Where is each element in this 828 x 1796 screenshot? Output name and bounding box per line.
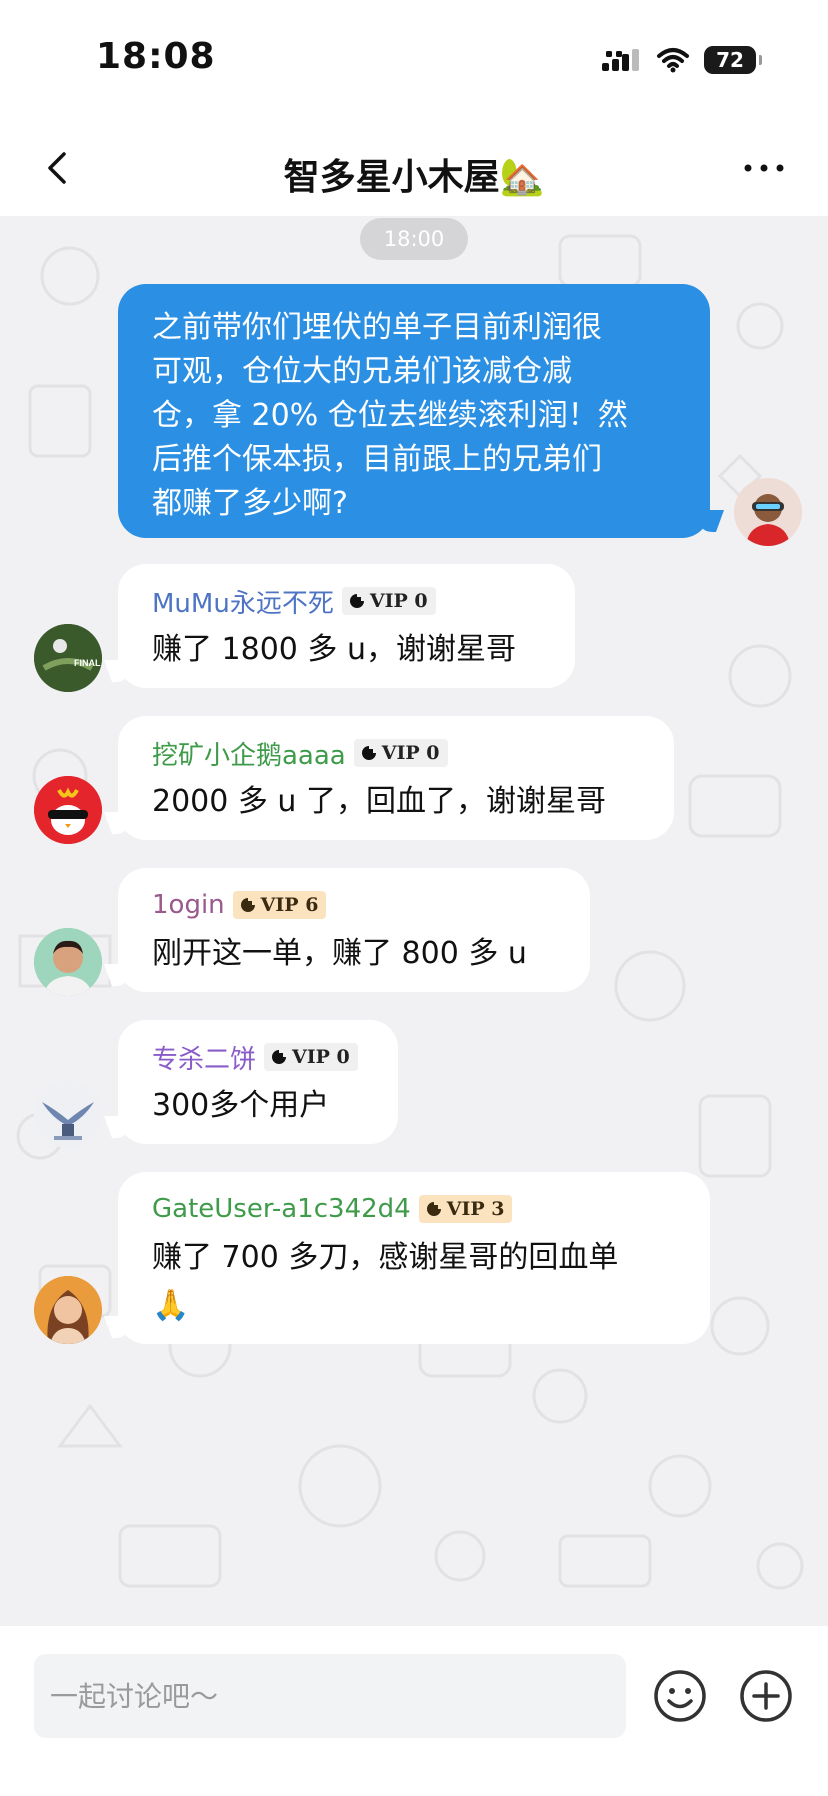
more-dots-icon[interactable] — [740, 150, 788, 186]
woman-avatar-icon — [34, 1276, 102, 1344]
sender-row: MuMu永远不死 VIP 0 — [152, 582, 541, 620]
vip-level: VIP 3 — [446, 1198, 505, 1220]
vip-badge: VIP 6 — [232, 891, 327, 919]
sender-row: 挖矿小企鹅aaaa VIP 0 — [152, 734, 640, 772]
vip-mark-icon — [272, 1050, 287, 1064]
vip-level: VIP 6 — [260, 894, 319, 916]
incoming-message-bubble[interactable]: 1ogin VIP 6 刚开这一单，赚了 800 多 u — [118, 868, 590, 992]
vip-level: VIP 0 — [292, 1046, 350, 1068]
status-bar: 18:08 72 — [0, 0, 828, 120]
sender-avatar[interactable]: FINAL — [34, 624, 102, 692]
vip-level: VIP 0 — [381, 742, 440, 764]
message-input[interactable] — [34, 1654, 626, 1738]
message-timestamp: 18:00 — [360, 218, 468, 260]
sender-avatar[interactable] — [34, 928, 102, 996]
input-bar — [0, 1626, 828, 1796]
vip-mark-icon — [426, 1202, 441, 1216]
sender-row: GateUser-a1c342d4 VIP 3 — [152, 1190, 676, 1228]
message-text: 赚了 700 多刀，感谢星哥的回血单 — [152, 1240, 619, 1275]
vip-badge: VIP 0 — [264, 1043, 358, 1071]
incoming-message-bubble[interactable]: GateUser-a1c342d4 VIP 3 赚了 700 多刀，感谢星哥的回… — [118, 1172, 710, 1344]
message-text: 2000 多 u 了，回血了，谢谢星哥 — [152, 784, 606, 819]
outgoing-line: 之前带你们埋伏的单子目前利润很 — [152, 310, 602, 345]
outgoing-line: 仓，拿 20% 仓位去继续滚利润！然 — [152, 398, 628, 433]
message-emoji: 🙏 — [152, 1288, 190, 1323]
signal-icon — [602, 49, 639, 71]
vip-mark-icon — [349, 594, 364, 608]
sender-name[interactable]: GateUser-a1c342d4 — [152, 1194, 411, 1224]
sender-row: 专杀二饼 VIP 0 — [152, 1038, 364, 1076]
self-avatar[interactable] — [734, 478, 802, 546]
sender-name[interactable]: 1ogin — [152, 890, 225, 920]
nav-bar: 智多星小木屋🏡 — [0, 120, 828, 216]
vip-mark-icon — [361, 746, 376, 760]
incoming-message-bubble[interactable]: MuMu永远不死 VIP 0 赚了 1800 多 u，谢谢星哥 — [118, 564, 575, 688]
chat-title: 智多星小木屋🏡 — [283, 157, 545, 198]
vip-mark-icon — [240, 898, 255, 912]
svg-text:FINAL: FINAL — [74, 658, 101, 668]
sender-name[interactable]: 挖矿小企鹅aaaa — [152, 735, 346, 772]
sender-name[interactable]: MuMu永远不死 — [152, 583, 334, 620]
wifi-icon — [657, 48, 689, 73]
pegasus-avatar-icon — [34, 1080, 102, 1148]
penguin-avatar-icon — [34, 776, 102, 844]
message-text: 刚开这一单，赚了 800 多 u — [152, 936, 527, 971]
outgoing-line: 都赚了多少啊? — [152, 486, 348, 521]
robot-avatar-icon — [734, 478, 802, 546]
sender-avatar[interactable] — [34, 1276, 102, 1344]
vip-badge: VIP 3 — [418, 1195, 513, 1223]
message-text: 赚了 1800 多 u，谢谢星哥 — [152, 632, 516, 667]
sender-name[interactable]: 专杀二饼 — [152, 1039, 256, 1076]
message-text: 300多个用户 — [152, 1088, 330, 1123]
battery-icon: 72 — [704, 46, 762, 74]
status-time: 18:08 — [96, 36, 216, 77]
plus-circle-icon[interactable] — [738, 1668, 794, 1724]
outgoing-line: 后推个保本损，目前跟上的兄弟们 — [152, 442, 602, 477]
chat-area[interactable]: 18:00 之前带你们埋伏的单子目前利润很 可观，仓位大的兄弟们该减仓减 仓，拿… — [0, 216, 828, 1626]
outgoing-line: 可观，仓位大的兄弟们该减仓减 — [152, 354, 572, 389]
status-icons: 72 — [602, 46, 762, 74]
vip-badge: VIP 0 — [353, 739, 448, 767]
smiley-icon[interactable] — [652, 1668, 708, 1724]
person-avatar-icon — [34, 928, 102, 996]
vip-level: VIP 0 — [369, 590, 428, 612]
sender-avatar[interactable] — [34, 1080, 102, 1148]
outgoing-message-bubble[interactable]: 之前带你们埋伏的单子目前利润很 可观，仓位大的兄弟们该减仓减 仓，拿 20% 仓… — [118, 284, 710, 538]
sender-row: 1ogin VIP 6 — [152, 886, 556, 924]
vip-badge: VIP 0 — [341, 587, 436, 615]
football-avatar-icon: FINAL — [34, 624, 102, 692]
incoming-message-bubble[interactable]: 挖矿小企鹅aaaa VIP 0 2000 多 u 了，回血了，谢谢星哥 — [118, 716, 674, 840]
sender-avatar[interactable] — [34, 776, 102, 844]
incoming-message-bubble[interactable]: 专杀二饼 VIP 0 300多个用户 — [118, 1020, 398, 1144]
